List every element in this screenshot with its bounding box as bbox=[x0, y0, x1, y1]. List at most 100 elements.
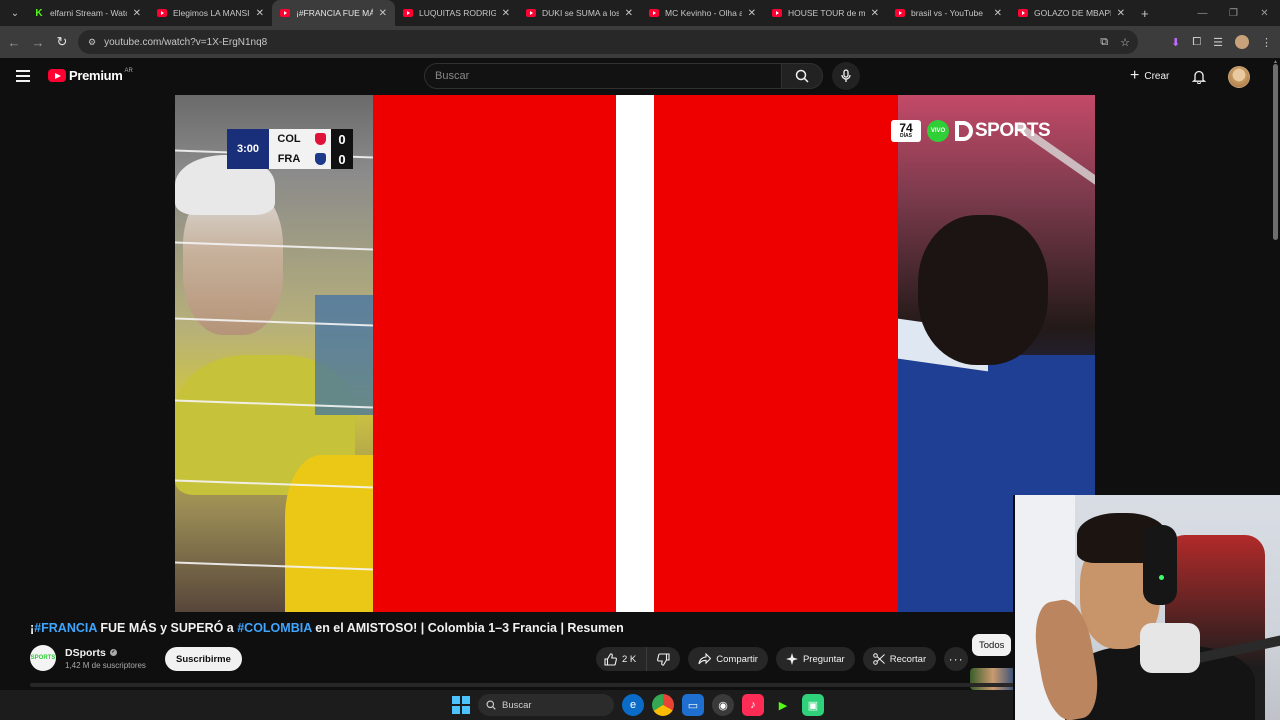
youtube-icon bbox=[649, 9, 659, 17]
hashtag-link[interactable]: #COLOMBIA bbox=[237, 621, 312, 635]
search-box bbox=[424, 63, 782, 89]
new-tab-button[interactable]: + bbox=[1141, 6, 1149, 21]
close-tab-icon[interactable]: ✕ bbox=[625, 8, 633, 19]
extension-download-icon[interactable]: ⬇ bbox=[1171, 36, 1180, 49]
verified-icon: ✓ bbox=[109, 649, 117, 656]
browser-tab[interactable]: DUKI se SUMA a los T ✕ bbox=[518, 0, 641, 26]
close-window-button[interactable]: ✕ bbox=[1249, 0, 1280, 26]
windows-taskbar: Buscar e ▭ ◉ ♪ ▶ ▣ bbox=[0, 690, 1013, 720]
notifications-bell-icon[interactable] bbox=[1191, 69, 1207, 89]
share-button[interactable]: Compartir bbox=[688, 647, 768, 671]
like-dislike-group: 2 K bbox=[596, 647, 681, 671]
back-button[interactable]: ← bbox=[2, 35, 26, 50]
close-tab-icon[interactable]: ✕ bbox=[1117, 8, 1125, 19]
dislike-button[interactable] bbox=[647, 647, 680, 671]
reading-list-icon[interactable]: ☰ bbox=[1213, 36, 1223, 49]
obs-icon[interactable]: ◉ bbox=[712, 694, 734, 716]
browser-tab[interactable]: Elegimos LA MANSIÓ ✕ bbox=[149, 0, 272, 26]
tiktok-icon[interactable]: ♪ bbox=[742, 694, 764, 716]
chrome-icon[interactable] bbox=[652, 694, 674, 716]
browser-tab[interactable]: ¡#FRANCIA FUE MÁS ✕ bbox=[272, 0, 395, 26]
ask-label: Preguntar bbox=[802, 653, 845, 665]
microphone-icon bbox=[1140, 623, 1200, 673]
plus-icon: + bbox=[1130, 67, 1140, 84]
install-app-icon[interactable]: ⧉ bbox=[1100, 36, 1108, 49]
youtube-play-icon bbox=[48, 69, 66, 82]
edge-icon[interactable]: e bbox=[622, 694, 644, 716]
browser-menu-icon[interactable]: ⋮ bbox=[1261, 36, 1272, 49]
days-label: DÍAS bbox=[900, 132, 912, 139]
channel-avatar-text: SPORTS bbox=[30, 655, 56, 661]
reload-button[interactable]: ↻ bbox=[50, 34, 74, 50]
forward-button[interactable]: → bbox=[26, 35, 50, 50]
channel-avatar[interactable]: SPORTS bbox=[30, 645, 56, 671]
live-badge: VIVO bbox=[927, 120, 949, 142]
broadcaster-logo: 74 DÍAS VIVO SPORTS bbox=[891, 120, 1051, 142]
browser-tab[interactable]: LUQUITAS RODRIGUE ✕ bbox=[395, 0, 518, 26]
address-url: youtube.com/watch?v=1X-ErgN1nq8 bbox=[104, 36, 268, 48]
tab-title: MC Kevinho - Olha a bbox=[665, 8, 742, 18]
close-tab-icon[interactable]: ✕ bbox=[502, 8, 510, 19]
browser-tab[interactable]: Kelfarni Stream - Watc ✕ bbox=[26, 0, 149, 26]
subscriber-count: 1,42 M de suscriptores bbox=[65, 660, 146, 670]
clip-button[interactable]: Recortar bbox=[862, 647, 937, 671]
chat-app-icon[interactable]: ▣ bbox=[802, 694, 824, 716]
voice-search-button[interactable] bbox=[832, 62, 860, 90]
close-tab-icon[interactable]: ✕ bbox=[133, 8, 141, 19]
browser-tab[interactable]: MC Kevinho - Olha a ✕ bbox=[641, 0, 764, 26]
tab-search-button[interactable]: ⌄ bbox=[4, 3, 26, 23]
scrollbar-thumb[interactable] bbox=[1273, 64, 1278, 240]
close-tab-icon[interactable]: ✕ bbox=[871, 8, 879, 19]
tab-list: Kelfarni Stream - Watc ✕ Elegimos LA MANSI… bbox=[26, 0, 1133, 26]
ask-button[interactable]: Preguntar bbox=[775, 647, 855, 671]
create-button[interactable]: + Crear bbox=[1122, 64, 1177, 88]
team-goals: 0 bbox=[331, 149, 353, 169]
minimize-button[interactable]: — bbox=[1187, 0, 1218, 26]
days-number: 74 bbox=[899, 120, 913, 135]
extensions-puzzle-icon[interactable]: ⧠ bbox=[1192, 36, 1201, 49]
browser-tab[interactable]: brasil vs - YouTube ✕ bbox=[887, 0, 1010, 26]
title-text: FUE MÁS y SUPERÓ a bbox=[96, 621, 238, 635]
hashtag-link[interactable]: #FRANCIA bbox=[34, 621, 97, 635]
site-info-icon[interactable]: ⚙ bbox=[88, 37, 96, 48]
search-input[interactable] bbox=[435, 70, 765, 82]
red-transition-panel-left bbox=[373, 95, 616, 612]
thumbs-up-icon bbox=[604, 652, 617, 666]
search-button[interactable] bbox=[781, 63, 823, 89]
guide-menu-icon[interactable] bbox=[16, 70, 30, 85]
kick-icon[interactable]: ▶ bbox=[772, 694, 794, 716]
browser-tab[interactable]: HOUSE TOUR de mi ✕ bbox=[764, 0, 887, 26]
close-tab-icon[interactable]: ✕ bbox=[379, 8, 387, 19]
close-tab-icon[interactable]: ✕ bbox=[994, 8, 1002, 19]
like-button[interactable]: 2 K bbox=[596, 647, 648, 671]
scoreboard-row-home: COL 0 bbox=[269, 129, 353, 149]
red-transition-panel-right bbox=[654, 95, 898, 612]
browser-toolbar: ← → ↻ ⚙ youtube.com/watch?v=1X-ErgN1nq8 … bbox=[0, 26, 1280, 58]
file-explorer-icon[interactable]: ▭ bbox=[682, 694, 704, 716]
account-avatar[interactable] bbox=[1228, 66, 1250, 88]
country-code: AR bbox=[124, 67, 133, 74]
taskbar-search[interactable]: Buscar bbox=[478, 694, 614, 716]
window-controls: — ❐ ✕ bbox=[1187, 0, 1280, 26]
close-tab-icon[interactable]: ✕ bbox=[748, 8, 756, 19]
filter-chip-all[interactable]: Todos bbox=[972, 634, 1012, 656]
bookmark-star-icon[interactable]: ☆ bbox=[1120, 36, 1130, 49]
youtube-logo[interactable]: Premium AR bbox=[48, 68, 133, 83]
channel-name[interactable]: DSports bbox=[65, 647, 106, 659]
team-name: COL bbox=[269, 129, 309, 149]
browser-tab[interactable]: GOLAZO DE MBAPPE ✕ bbox=[1010, 0, 1133, 26]
more-actions-icon[interactable]: ··· bbox=[944, 647, 969, 671]
video-player[interactable]: 3:00 COL 0 FRA 0 74 DÍAS VIVO SPORTS bbox=[175, 95, 1095, 612]
headset-icon bbox=[1143, 525, 1177, 605]
youtube-icon bbox=[1018, 9, 1028, 17]
close-tab-icon[interactable]: ✕ bbox=[256, 8, 264, 19]
address-bar[interactable]: ⚙ youtube.com/watch?v=1X-ErgN1nq8 ⧉ ☆ bbox=[78, 30, 1138, 54]
scissors-icon bbox=[872, 653, 885, 665]
windows-start-icon[interactable] bbox=[452, 696, 470, 714]
tab-title: ¡#FRANCIA FUE MÁS bbox=[296, 8, 373, 18]
profile-avatar[interactable] bbox=[1235, 35, 1249, 49]
maximize-button[interactable]: ❐ bbox=[1218, 0, 1249, 26]
dsports-wordmark: SPORTS bbox=[955, 120, 1051, 142]
team-goals: 0 bbox=[331, 129, 353, 149]
subscribe-button[interactable]: Suscribirme bbox=[165, 647, 242, 671]
